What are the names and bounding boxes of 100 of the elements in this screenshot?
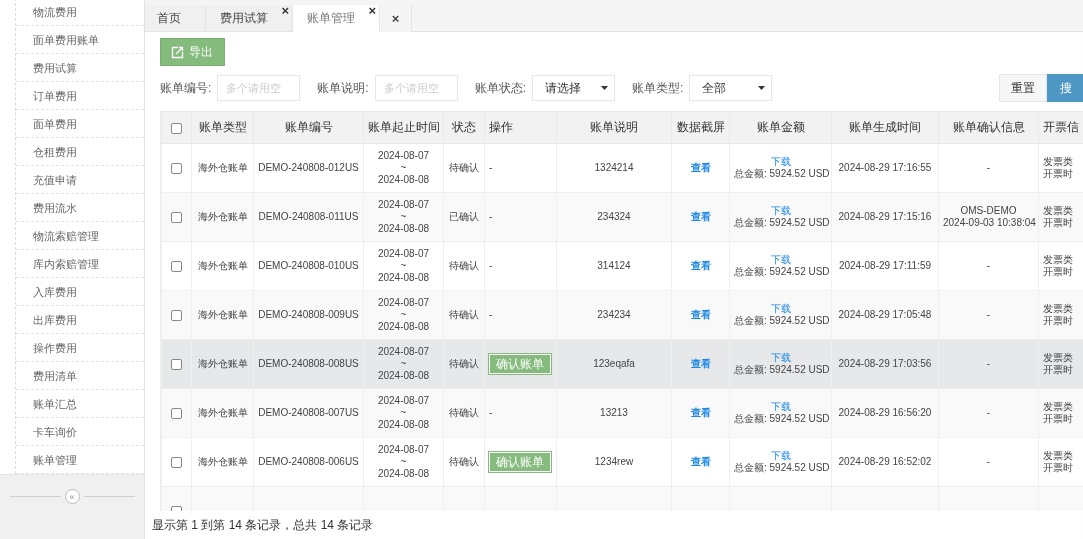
table-cell: 2024-08-29 17:11:59 [838,260,932,271]
table-cell: 总金额: 5924.52 USD [734,168,827,180]
table-cell: - [489,407,493,418]
tab[interactable]: 账单管理 × [293,5,380,32]
status-text: 待确认 [449,162,479,173]
sidebar-item[interactable]: 面单费用 [16,110,144,138]
table-cell-text: ~ [399,260,408,272]
table-cell-text: ~ [399,309,408,321]
select-field[interactable]: 全部 [689,75,773,101]
sidebar-item[interactable]: 订单费用 [16,82,144,110]
sidebar-item[interactable]: 操作费用 [16,334,144,362]
table-cell-text: 发票类 [1043,254,1074,266]
tab[interactable]: 费用试算 × [206,5,293,32]
download-link[interactable]: 下载 [770,450,791,462]
checkbox[interactable] [171,122,182,134]
table-cell-text: 2024-08-07 [376,297,431,309]
checkbox[interactable] [171,260,182,272]
column-header: 账单确认信息 [938,111,1039,144]
close-all-button[interactable]: × [380,5,412,32]
table-cell-text: ~ [399,456,408,468]
table-cell-text: 2024-08-07 [376,395,431,407]
sidebar-item[interactable]: 费用清单 [16,362,144,390]
table-cell: DEMO-240808-006US [258,456,359,467]
table-cell: 1324214 [594,162,634,173]
table-cell: 总金额: 5924.52 USD [734,217,827,229]
table-cell: 海外仓账单 [197,456,248,467]
table-cell-text: ~ [399,211,408,223]
checkbox[interactable] [171,358,182,370]
sidebar-item[interactable]: 物流费用 [16,0,144,26]
view-link[interactable]: 查看 [690,456,711,468]
table-cell: 314124 [597,260,631,271]
checkbox[interactable] [171,162,182,174]
table-cell: 海外仓账单 [197,211,248,222]
view-link[interactable]: 查看 [690,162,711,174]
checkbox[interactable] [171,456,182,468]
collapse-button[interactable]: « [64,489,80,504]
sidebar-item[interactable]: 费用流水 [16,194,144,222]
view-link[interactable]: 查看 [690,260,711,272]
table-cell: 总金额: 5924.52 USD [734,462,827,474]
column-header: 账单生成时间 [831,111,939,144]
table-cell: DEMO-240808-010US [258,260,359,271]
table-cell: - [489,309,493,320]
sidebar-item[interactable]: 出库费用 [16,306,144,334]
table-cell: 1234rew [594,456,634,467]
filter-label: 账单编号: [160,79,212,97]
column-header: 开票信 [1038,111,1083,144]
table-cell: 2024-08-29 17:16:55 [838,162,932,173]
table-cell-text: 开票时 [1043,266,1074,278]
checkbox[interactable] [171,407,182,419]
sidebar-item[interactable]: 费用试算 [16,54,144,82]
table-cell-text: 2024-08-08 [376,321,431,333]
view-link[interactable]: 查看 [690,211,711,223]
checkbox[interactable] [171,211,182,223]
table-cell-text: 开票时 [1043,413,1074,425]
table-cell: 海外仓账单 [197,407,248,418]
checkbox[interactable] [171,309,182,321]
sidebar-item[interactable]: 账单汇总 [16,390,144,418]
table-cell: 2024-08-29 17:05:48 [838,309,932,320]
table-cell: 2024-09-03 10:38:04 [943,217,1034,229]
table-cell-text: - [985,456,992,468]
download-link[interactable]: 下载 [770,254,791,266]
sidebar-item[interactable]: 卡车询价 [16,418,144,446]
table-cell-text: 2024-08-08 [376,272,431,284]
sidebar-item[interactable]: 仓租费用 [16,138,144,166]
table-cell-text: 发票类 [1043,205,1074,217]
table-cell: 2024-08-29 17:03:56 [838,358,932,369]
sidebar-item[interactable]: 物流索赔管理 [16,222,144,250]
view-link[interactable]: 查看 [690,407,711,419]
table-cell: 2024-08-29 16:52:02 [838,456,932,467]
download-link[interactable]: 下载 [770,205,791,217]
column-header: 操作 [484,111,557,144]
table-cell: 海外仓账单 [197,260,248,271]
table-cell-text: OMS-DEMO [959,205,1018,217]
table-cell-text: 2024-08-08 [376,174,431,186]
table-cell: 总金额: 5924.52 USD [734,364,827,376]
table-cell: 总金额: 5924.52 USD [734,315,827,327]
table-cell-text: ~ [399,407,408,419]
table-cell-text: - [985,162,992,174]
sidebar-item[interactable]: 充值申请 [16,166,144,194]
select-field[interactable]: 请选择 [532,75,616,101]
table-cell: 2024-08-29 16:56:20 [838,407,932,418]
sidebar-item[interactable]: 库内索赔管理 [16,250,144,278]
table-cell-text: ~ [399,358,408,370]
table-cell-text: 开票时 [1043,168,1074,180]
download-link[interactable]: 下载 [770,156,791,168]
reset-button[interactable]: 重置 [999,74,1047,102]
table-cell: DEMO-240808-009US [258,309,359,320]
table-cell-text: 开票时 [1043,364,1074,376]
table-cell-text: 2024-08-07 [376,444,431,456]
view-link[interactable]: 查看 [690,309,711,321]
sidebar-item[interactable]: 面单费用账单 [16,26,144,54]
sidebar-item[interactable]: 入库费用 [16,278,144,306]
download-link[interactable]: 下载 [770,303,791,315]
table-cell: 13213 [600,407,628,418]
status-text: 待确认 [449,456,479,467]
tab[interactable]: 首页 [145,5,206,32]
download-link[interactable]: 下载 [770,401,791,413]
table-cell: 海外仓账单 [197,309,248,320]
column-header: 账单起止时间 [363,111,444,144]
table-cell: 海外仓账单 [197,358,248,369]
